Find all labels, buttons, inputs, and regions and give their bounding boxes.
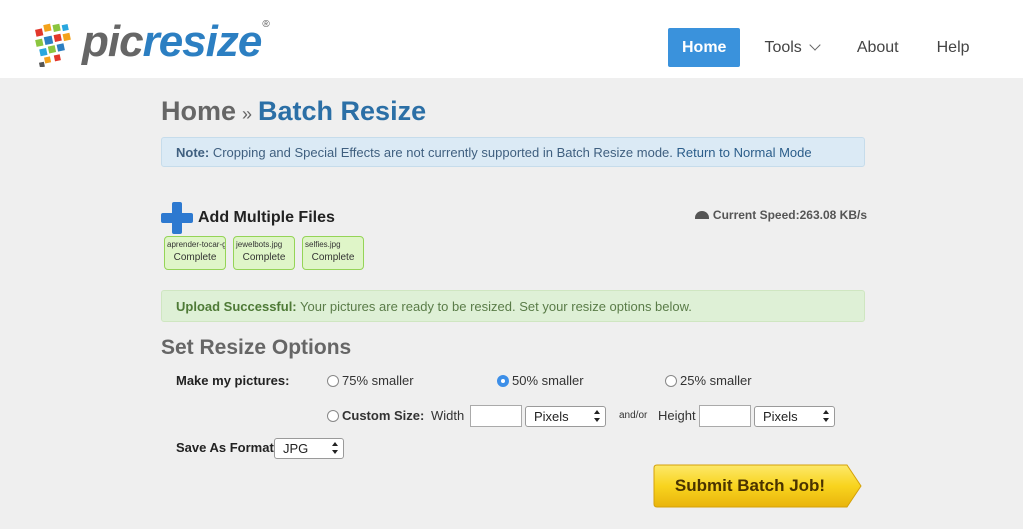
picresize-logo[interactable]: picresize ® [30, 16, 270, 68]
add-files-label: Add Multiple Files [198, 209, 335, 226]
speed-value: 263.08 KB/s [799, 208, 867, 222]
nav-about[interactable]: About [843, 28, 913, 67]
logo-pic: pic [82, 17, 144, 66]
width-unit-value: Pixels [534, 409, 569, 424]
width-input[interactable] [470, 405, 522, 427]
make-pictures-label: Make my pictures: [176, 373, 290, 388]
height-unit-select[interactable]: Pixels [754, 406, 835, 427]
chevron-down-icon [809, 39, 821, 51]
andor-label: and/or [619, 410, 648, 421]
speed-label: Current Speed: [712, 208, 800, 222]
note-label: Note: [176, 145, 210, 160]
height-input[interactable] [699, 405, 751, 427]
plus-icon [161, 202, 193, 234]
radio-25-label: 25% smaller [680, 373, 752, 388]
top-navbar: picresize ® Home Tools About Help [0, 0, 1023, 78]
select-arrows-icon [594, 410, 600, 423]
width-label: Width [431, 408, 465, 423]
breadcrumb-home[interactable]: Home [161, 96, 236, 126]
main-nav: Home Tools About Help [668, 28, 994, 67]
file-name: aprender-tocar-g [167, 240, 225, 249]
breadcrumb-separator: » [242, 104, 253, 124]
select-arrows-icon [823, 410, 829, 423]
breadcrumb: Home » Batch Resize [161, 96, 426, 127]
radio-75-input[interactable] [327, 374, 339, 387]
uploaded-file: jewelbots.jpg Complete [233, 236, 295, 270]
registered-mark: ® [262, 18, 270, 30]
radio-custom-size[interactable]: Custom Size: [327, 408, 424, 423]
note-text: Cropping and Special Effects are not cur… [209, 145, 677, 160]
radio-75-label: 75% smaller [342, 373, 414, 388]
save-format-label: Save As Format: [176, 440, 279, 455]
speedometer-icon [694, 211, 709, 219]
page-title: Batch Resize [258, 96, 427, 126]
radio-custom-input[interactable] [327, 409, 339, 422]
file-status: Complete [173, 252, 217, 263]
height-label: Height [658, 408, 696, 423]
current-speed: Current Speed: 263.08 KB/s [694, 208, 867, 222]
radio-50-label: 50% smaller [512, 373, 584, 388]
success-text: Your pictures are ready to be resized. S… [296, 299, 692, 314]
success-label: Upload Successful: [176, 299, 297, 314]
resize-options-title: Set Resize Options [161, 336, 352, 359]
nav-home[interactable]: Home [668, 28, 741, 67]
logo-resize: resize [142, 17, 263, 66]
select-arrows-icon [332, 442, 338, 455]
nav-tools[interactable]: Tools [750, 28, 832, 67]
nav-tools-label: Tools [764, 39, 802, 56]
add-multiple-files-button[interactable]: Add Multiple Files [161, 202, 335, 234]
custom-size-label: Custom Size: [342, 408, 425, 423]
uploaded-file: aprender-tocar-g Complete [164, 236, 226, 270]
submit-label: Submit Batch Job! [674, 476, 826, 495]
width-unit-select[interactable]: Pixels [525, 406, 606, 427]
format-value: JPG [283, 441, 309, 456]
height-unit-value: Pixels [763, 409, 798, 424]
logo-mosaic-icon [30, 17, 80, 68]
file-status: Complete [311, 252, 355, 263]
nav-help[interactable]: Help [923, 28, 984, 67]
file-status: Complete [242, 252, 286, 263]
radio-25-smaller[interactable]: 25% smaller [665, 373, 752, 388]
radio-75-smaller[interactable]: 75% smaller [327, 373, 414, 388]
radio-25-input[interactable] [665, 374, 677, 387]
radio-50-input[interactable] [497, 374, 509, 387]
file-name: selfies.jpg [305, 240, 341, 249]
uploaded-files-list: aprender-tocar-g Complete jewelbots.jpg … [164, 236, 371, 270]
logo-wordmark: picresize [82, 17, 263, 66]
format-select[interactable]: JPG [274, 438, 344, 459]
note-banner: Note: Cropping and Special Effects are n… [161, 137, 865, 167]
main-content: Home » Batch Resize Note: Cropping and Spe… [161, 78, 867, 529]
submit-batch-job-button[interactable]: Submit Batch Job! [653, 464, 863, 508]
radio-50-smaller[interactable]: 50% smaller [497, 373, 584, 388]
upload-success-banner: Upload Successful: Your pictures are rea… [161, 290, 865, 322]
uploaded-file: selfies.jpg Complete [302, 236, 364, 270]
file-name: jewelbots.jpg [236, 240, 283, 249]
return-normal-mode-link[interactable]: Return to Normal Mode [677, 145, 812, 160]
